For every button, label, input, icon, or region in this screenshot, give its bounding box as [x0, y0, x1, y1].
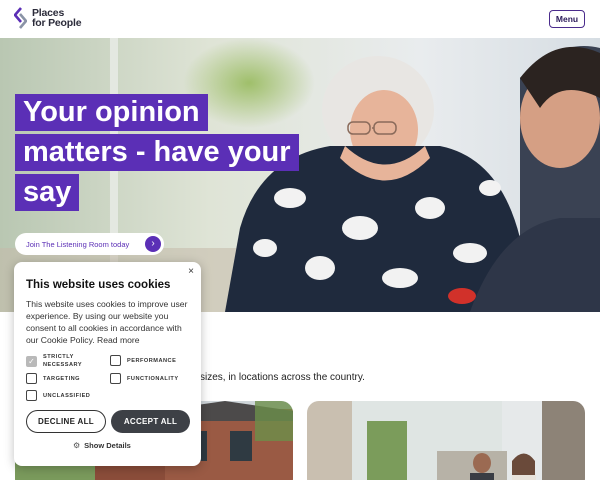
accept-all-button[interactable]: ACCEPT ALL — [111, 410, 190, 433]
show-details-label: Show Details — [84, 441, 131, 450]
menu-button[interactable]: Menu — [549, 10, 585, 28]
decline-all-button[interactable]: DECLINE ALL — [26, 410, 106, 433]
checkbox-label: UNCLASSIFIED — [43, 392, 91, 399]
site-header: Places for People Menu — [0, 0, 600, 38]
checkbox-unclassified[interactable]: UNCLASSIFIED — [26, 390, 90, 401]
places-for-people-logo[interactable]: Places for People — [14, 7, 82, 29]
checkbox-box — [110, 355, 121, 366]
checkbox-label: PERFORMANCE — [127, 357, 177, 364]
checkbox-functionality[interactable]: FUNCTIONALITY — [110, 373, 179, 384]
cta-label: Join The Listening Room today — [26, 239, 130, 249]
join-listening-room-button[interactable]: Join The Listening Room today › — [15, 233, 164, 255]
hero-headline: Your opinion matters - have your say — [15, 94, 305, 214]
checkbox-label: FUNCTIONALITY — [127, 375, 179, 382]
checkbox-label: STRICTLY NECESSARY — [43, 354, 83, 368]
property-card-right[interactable] — [307, 401, 585, 480]
gear-icon: ⚙ — [73, 441, 81, 450]
checkbox-box — [110, 373, 121, 384]
logo-mark-icon — [14, 7, 27, 29]
checkbox-checked-icon: ✓ — [26, 355, 37, 367]
cookie-dialog-description: This website uses cookies to improve use… — [26, 299, 188, 345]
logo-text: Places for People — [32, 7, 82, 29]
close-icon[interactable]: × — [188, 266, 194, 277]
checkbox-targeting[interactable]: TARGETING — [26, 373, 80, 384]
checkbox-box — [26, 373, 37, 384]
checkbox-box — [26, 390, 37, 401]
checkbox-label: TARGETING — [43, 375, 81, 382]
headline-line-1: Your opinion — [15, 94, 208, 131]
checkbox-performance[interactable]: PERFORMANCE — [110, 355, 176, 366]
logo-line-2: for People — [32, 17, 82, 29]
show-details-link[interactable]: ⚙ Show Details — [73, 441, 131, 450]
checkbox-strictly-necessary[interactable]: ✓ STRICTLY NECESSARY — [26, 353, 93, 369]
headline-line-2: matters - have your — [15, 134, 299, 171]
cookie-dialog-title: This website uses cookies — [26, 279, 171, 291]
card-photo-couple — [307, 401, 585, 480]
cookie-consent-dialog: × This website uses cookies This website… — [14, 262, 201, 466]
arrow-right-icon: › — [145, 236, 161, 252]
intro-text: sizes, in locations across the country. — [200, 372, 365, 383]
headline-line-3: say — [15, 174, 80, 211]
